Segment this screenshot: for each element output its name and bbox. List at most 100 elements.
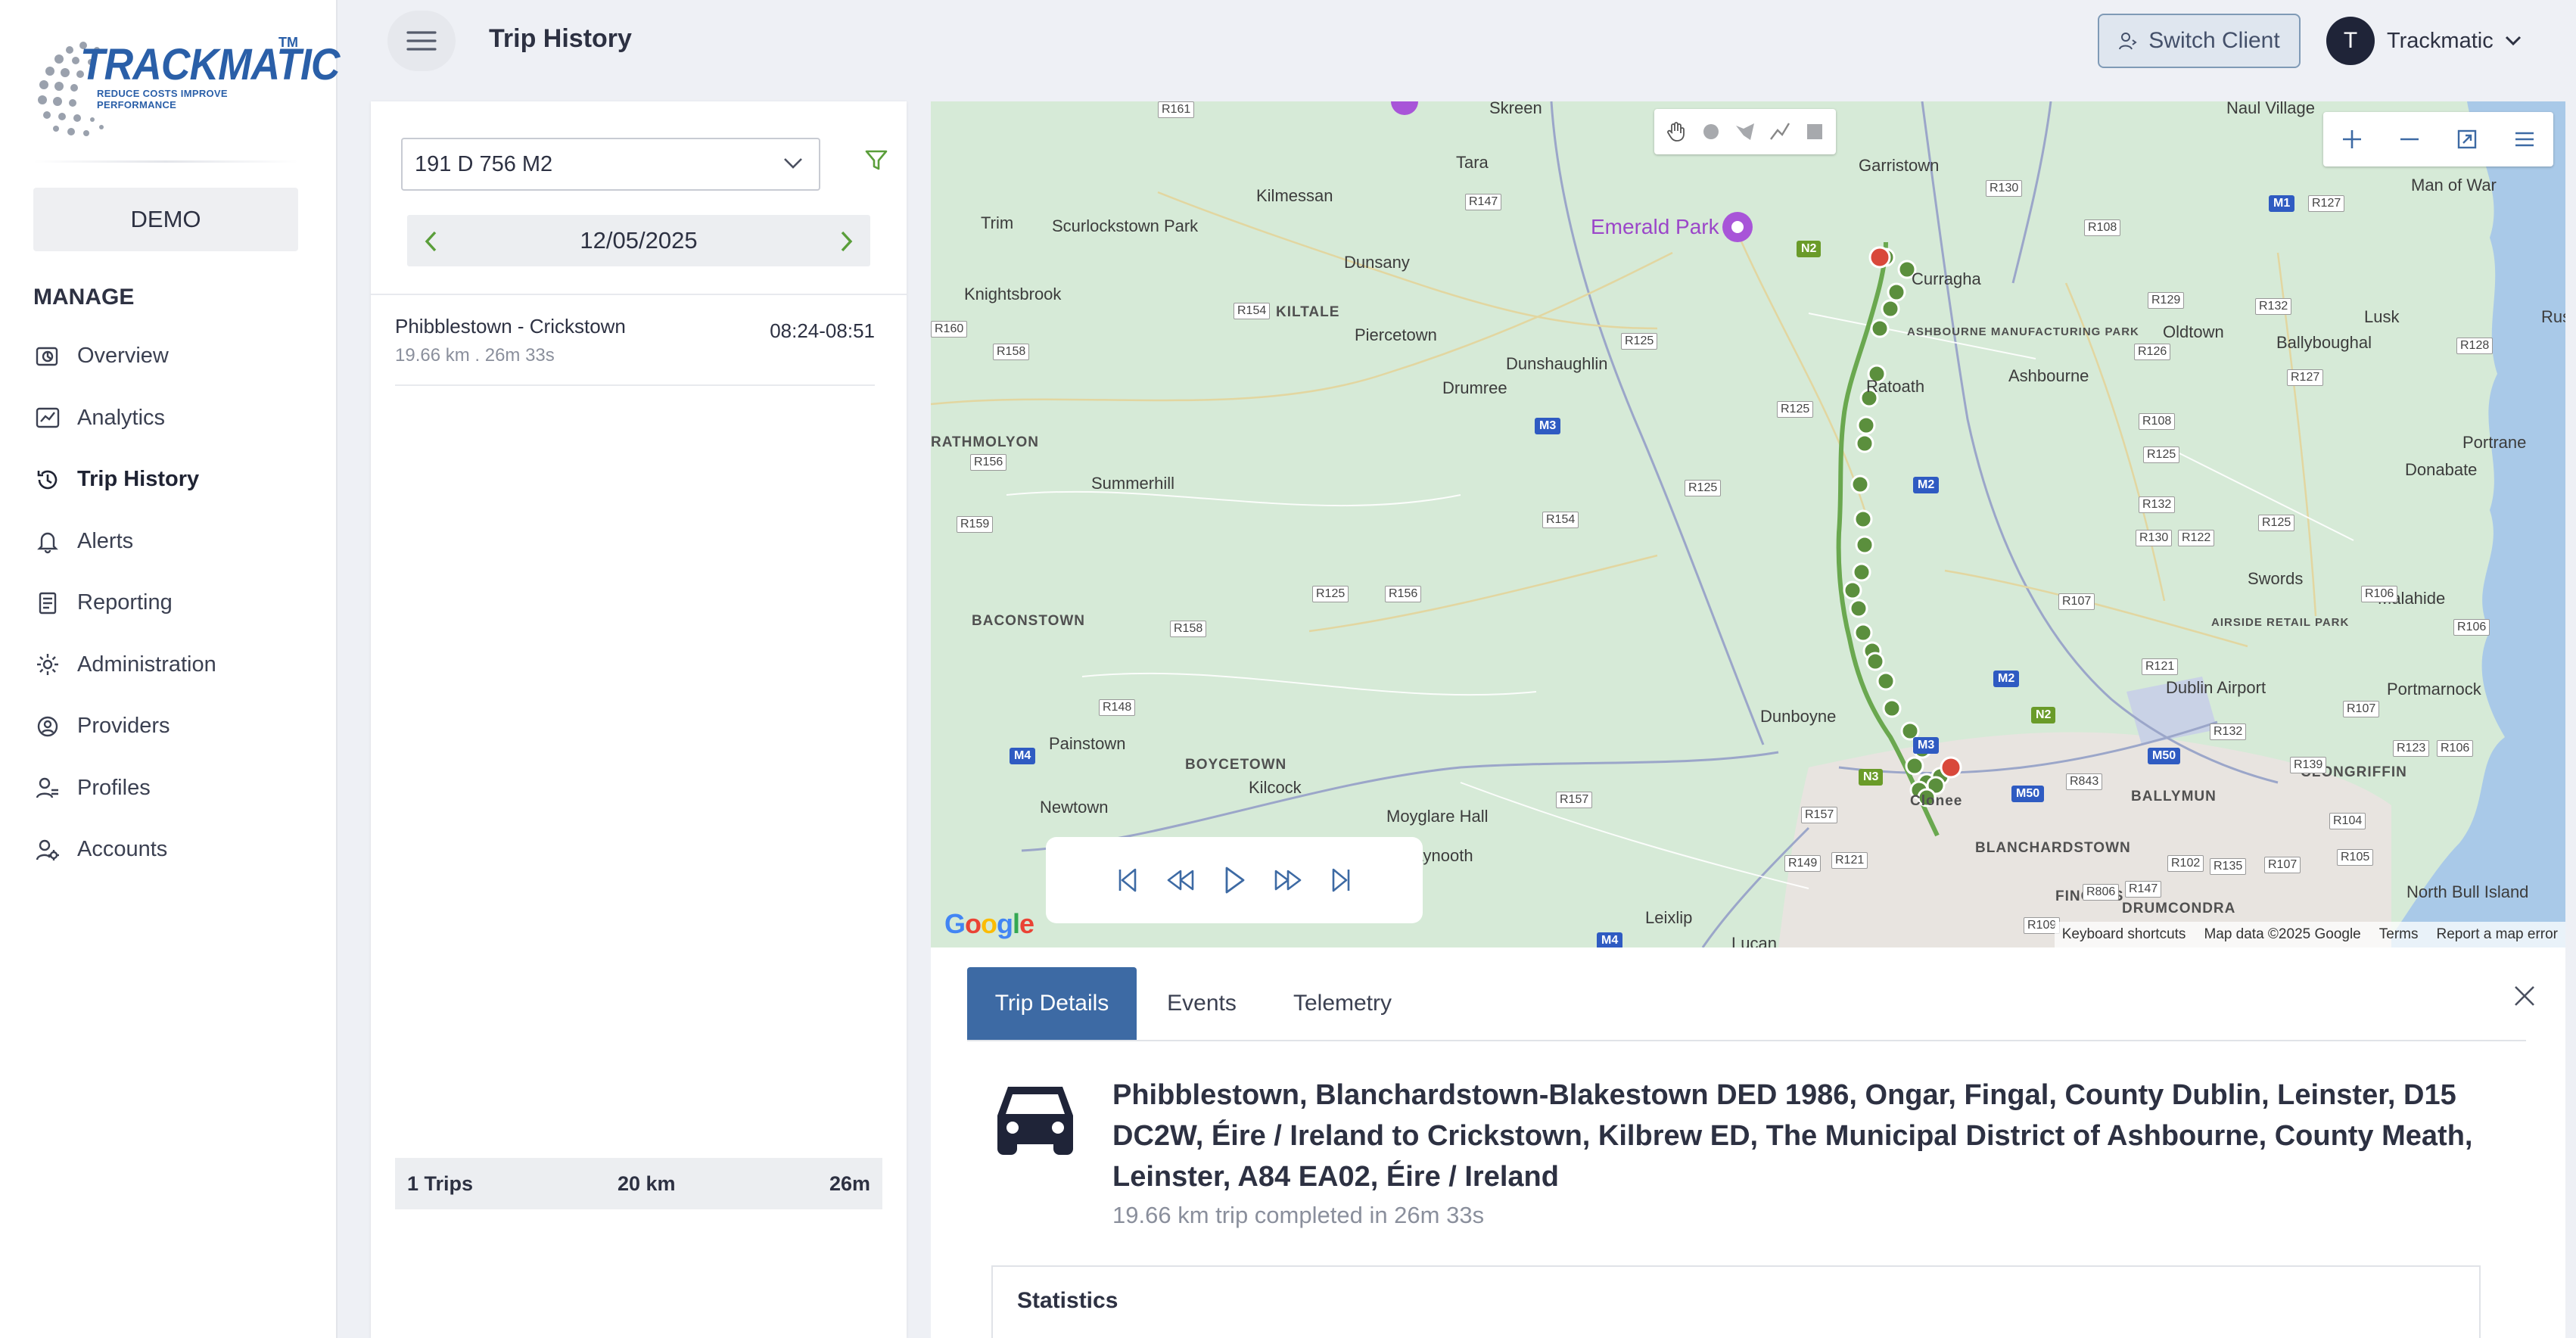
skip-to-start-icon[interactable] — [1114, 867, 1140, 894]
road-shield: R107 — [2058, 593, 2095, 610]
trip-start-marker — [1940, 756, 1962, 779]
sidebar-item-reporting[interactable]: Reporting — [33, 572, 321, 634]
skip-to-end-icon[interactable] — [1329, 867, 1355, 894]
map-place-label: Rush — [2541, 307, 2565, 326]
switch-client-label: Switch Client — [2148, 28, 2280, 53]
rectangle-draw-icon[interactable] — [1804, 121, 1825, 142]
map-data-credit: Map data ©2025 Google — [2204, 926, 2361, 942]
details-tabs: Trip Details Events Telemetry — [967, 967, 2526, 1041]
fullscreen-icon[interactable] — [2454, 126, 2480, 152]
tab-telemetry[interactable]: Telemetry — [1274, 967, 1411, 1040]
road-shield: R157 — [1556, 792, 1593, 808]
road-shield: R160 — [931, 321, 968, 338]
vehicle-select[interactable]: 191 D 756 M2 — [401, 138, 820, 191]
road-shield: R157 — [1801, 807, 1838, 823]
trackmatic-logo[interactable]: TRACKMATIC TM REDUCE COSTS IMPROVE PERFO… — [30, 30, 340, 144]
map-place-label: Moyglare Hall — [1386, 807, 1489, 826]
trip-meta: 19.66 km . 26m 33s — [395, 345, 555, 366]
client-selector-button[interactable]: DEMO — [33, 188, 298, 251]
chevron-left-icon[interactable] — [424, 230, 439, 253]
sidebar-item-label: Analytics — [77, 405, 166, 430]
road-shield: R159 — [957, 516, 994, 533]
rewind-icon[interactable] — [1165, 867, 1196, 894]
sidebar-item-administration[interactable]: Administration — [33, 634, 321, 696]
road-shield: R161 — [1158, 101, 1195, 118]
hand-pan-icon[interactable] — [1665, 120, 1688, 143]
polygon-draw-icon[interactable] — [1734, 121, 1756, 142]
map-attribution: Keyboard shortcuts Map data ©2025 Google… — [2054, 922, 2565, 947]
date-navigator: 12/05/2025 — [407, 215, 870, 266]
sidebar-item-overview[interactable]: Overview — [33, 325, 321, 387]
map-place-label: Piercetown — [1355, 325, 1437, 344]
fast-forward-icon[interactable] — [1273, 867, 1303, 894]
map-place-label: Curragha — [1912, 269, 1981, 288]
report-map-error-link[interactable]: Report a map error — [2436, 926, 2558, 943]
chevron-right-icon[interactable] — [838, 230, 854, 253]
sidebar-item-label: Reporting — [77, 590, 173, 615]
road-shield: R132 — [2210, 723, 2247, 740]
polyline-draw-icon[interactable] — [1769, 121, 1791, 142]
sidebar: TRACKMATIC TM REDUCE COSTS IMPROVE PERFO… — [0, 0, 340, 1338]
road-shield: M4 — [1010, 748, 1036, 764]
tab-events[interactable]: Events — [1149, 967, 1255, 1040]
map-view[interactable]: Skreen Tara Kilmessan Garristown Naul Vi… — [931, 101, 2565, 947]
play-icon[interactable] — [1221, 865, 1247, 895]
gear-icon — [33, 650, 62, 679]
zoom-in-icon[interactable] — [2339, 126, 2365, 152]
sidebar-item-profiles[interactable]: Profiles — [33, 758, 321, 820]
map-place-label: Ratoath — [1866, 377, 1925, 396]
list-item[interactable]: Phibblestown - Crickstown 19.66 km . 26m… — [395, 312, 875, 386]
report-icon — [33, 589, 62, 618]
road-shield: R121 — [2142, 658, 2179, 675]
close-icon[interactable] — [2511, 982, 2538, 1010]
analytics-icon — [33, 403, 62, 432]
map-place-label: Lusk — [2364, 307, 2400, 326]
map-layers-menu-icon[interactable] — [2512, 126, 2537, 152]
road-shield: R130 — [1986, 180, 2023, 197]
road-shield: R121 — [1831, 852, 1868, 869]
sea-area — [2384, 101, 2565, 947]
trip-playback-controls — [1046, 837, 1423, 923]
map-place-label: Naul Village — [2226, 101, 2316, 117]
selected-date[interactable]: 12/05/2025 — [580, 227, 697, 254]
map-place-label: Lucan — [1731, 934, 1777, 947]
road-shield: R105 — [2337, 849, 2374, 866]
road-shield: R127 — [2287, 369, 2324, 386]
road-shield: M3 — [1913, 737, 1940, 754]
sidebar-item-providers[interactable]: Providers — [33, 695, 321, 758]
road-shield: R125 — [2258, 515, 2295, 531]
road-shield: R106 — [2437, 740, 2474, 757]
sidebar-item-alerts[interactable]: Alerts — [33, 511, 321, 573]
map-place-label: Portrane — [2462, 433, 2527, 452]
map-place-label: AIRSIDE RETAIL PARK — [2211, 616, 2350, 629]
trip-route: Phibblestown - Crickstown — [395, 315, 626, 338]
road-shield: R122 — [2178, 530, 2215, 546]
poi-label: Emerald Park — [1591, 215, 1719, 238]
map-place-label: DRUMCONDRA — [2122, 901, 2236, 916]
map-place-label: Dunsany — [1344, 253, 1410, 272]
vehicle-select-value: 191 D 756 M2 — [415, 151, 553, 176]
keyboard-shortcuts-link[interactable]: Keyboard shortcuts — [2062, 926, 2186, 943]
car-icon — [997, 1087, 1073, 1155]
circle-draw-icon[interactable] — [1700, 121, 1722, 142]
switch-client-button[interactable]: Switch Client — [2098, 14, 2301, 68]
sidebar-item-accounts[interactable]: Accounts — [33, 819, 321, 881]
sidebar-item-label: Overview — [77, 344, 169, 369]
tab-trip-details[interactable]: Trip Details — [967, 967, 1137, 1040]
sidebar-item-label: Alerts — [77, 528, 134, 553]
user-menu[interactable]: T Trackmatic — [2326, 17, 2522, 65]
road-shield: R129 — [2148, 292, 2185, 309]
terms-link[interactable]: Terms — [2379, 926, 2419, 943]
total-duration: 26m — [829, 1172, 870, 1195]
map-place-label: Dunboyne — [1760, 707, 1837, 726]
filter-icon[interactable] — [864, 148, 888, 173]
zoom-out-icon[interactable] — [2397, 126, 2422, 152]
road-shield: M4 — [1597, 932, 1623, 947]
chevron-down-icon — [2505, 36, 2521, 46]
sidebar-item-trip-history[interactable]: Trip History — [33, 449, 321, 511]
road-shield: R125 — [1777, 401, 1814, 418]
sidebar-item-label: Providers — [77, 714, 170, 739]
sidebar-item-analytics[interactable]: Analytics — [33, 387, 321, 450]
menu-toggle-button[interactable] — [387, 11, 456, 71]
map-place-label: Swords — [2248, 569, 2304, 588]
